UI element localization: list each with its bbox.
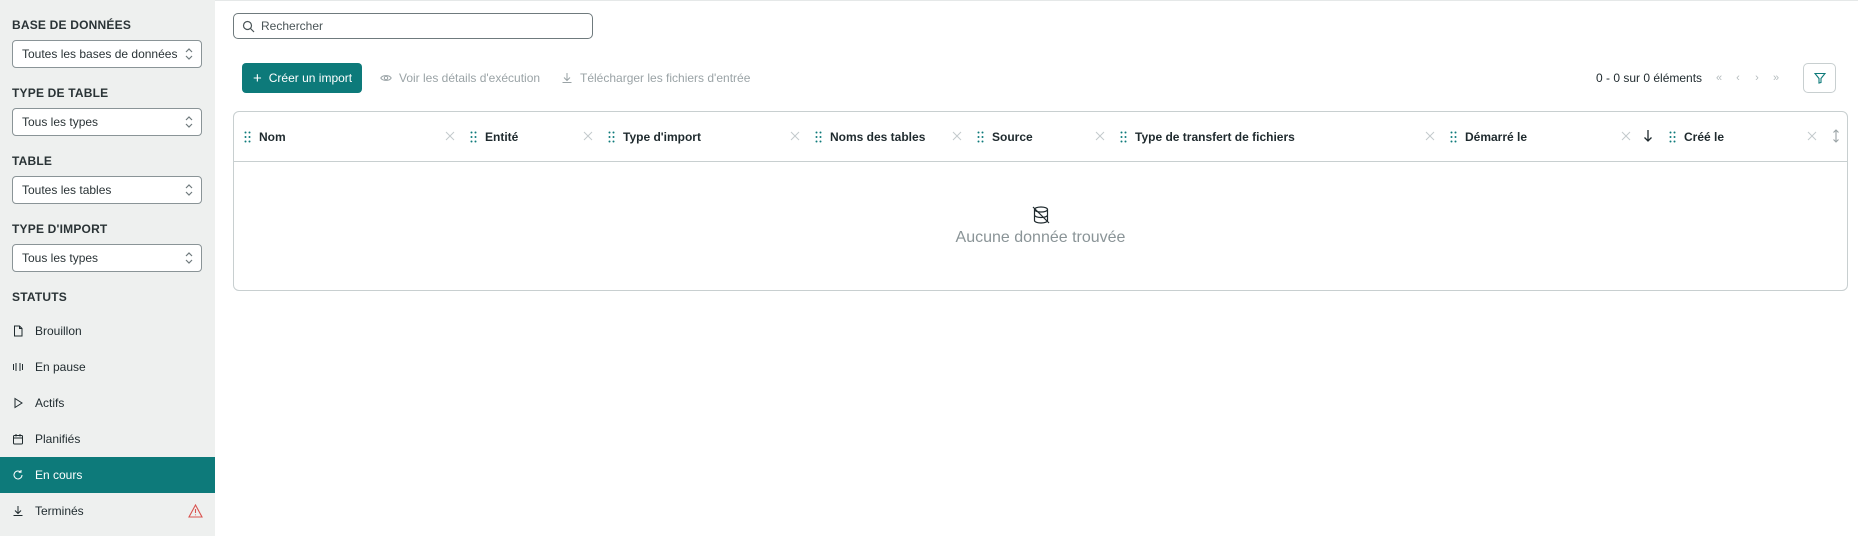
column-header-type-transfert[interactable]: Type de transfert de fichiers xyxy=(1120,112,1295,162)
status-section-title: STATUTS xyxy=(12,290,67,304)
drag-handle-icon[interactable] xyxy=(1120,131,1127,143)
create-import-button[interactable]: + Créer un import xyxy=(242,63,362,93)
table-select[interactable]: Toutes les tables xyxy=(12,176,202,204)
close-icon[interactable] xyxy=(1094,130,1106,142)
search-box[interactable] xyxy=(233,13,593,39)
column-label: Type d'import xyxy=(623,130,701,144)
main-content: + Créer un import Voir les détails d'exé… xyxy=(215,0,1858,536)
sort-updown-icon[interactable] xyxy=(1831,129,1841,143)
filter-button[interactable] xyxy=(1803,63,1836,93)
imports-table: Nom Entité Type d'import Noms des tables xyxy=(233,111,1848,291)
filter-label-table-type: TYPE DE TABLE xyxy=(12,86,109,100)
database-select[interactable]: Toutes les bases de données xyxy=(12,40,202,68)
table-type-select[interactable]: Tous les types xyxy=(12,108,202,136)
status-item-termines[interactable]: Terminés xyxy=(0,493,215,529)
column-label: Créé le xyxy=(1684,130,1725,144)
column-label: Entité xyxy=(485,130,519,144)
search-input[interactable] xyxy=(261,19,581,33)
eye-icon xyxy=(380,72,392,84)
database-select-value: Toutes les bases de données xyxy=(22,47,178,61)
pause-icon xyxy=(12,361,24,373)
chevron-updown-icon xyxy=(185,48,193,60)
status-item-actifs[interactable]: Actifs xyxy=(0,385,215,421)
drag-handle-icon[interactable] xyxy=(1669,131,1676,143)
close-icon[interactable] xyxy=(582,130,594,142)
status-label: Planifiés xyxy=(35,432,81,446)
pagination-summary: 0 - 0 sur 0 éléments xyxy=(1596,71,1703,85)
drag-handle-icon[interactable] xyxy=(1450,131,1457,143)
import-type-select-value: Tous les types xyxy=(22,251,99,265)
search-icon xyxy=(242,20,255,32)
create-import-label: Créer un import xyxy=(268,71,353,85)
last-page-icon[interactable]: » xyxy=(1769,71,1783,85)
close-icon[interactable] xyxy=(789,130,801,142)
document-icon xyxy=(12,325,24,337)
play-icon xyxy=(12,397,24,409)
filter-label-table: TABLE xyxy=(12,154,53,168)
view-execution-details-label: Voir les détails d'exécution xyxy=(399,71,541,85)
status-label: En pause xyxy=(35,360,86,374)
column-label: Démarré le xyxy=(1465,130,1528,144)
download-icon xyxy=(561,72,573,84)
column-label: Noms des tables xyxy=(830,130,926,144)
status-label: En cours xyxy=(35,468,83,482)
column-label: Type de transfert de fichiers xyxy=(1135,130,1295,144)
column-header-entite[interactable]: Entité xyxy=(470,112,518,162)
download-input-files-button[interactable]: Télécharger les fichiers d'entrée xyxy=(561,63,750,93)
column-header-noms-tables[interactable]: Noms des tables xyxy=(815,112,925,162)
next-page-icon[interactable]: › xyxy=(1750,71,1764,85)
close-icon[interactable] xyxy=(951,130,963,142)
column-header-cree-le[interactable]: Créé le xyxy=(1669,112,1724,162)
status-item-en-cours[interactable]: En cours xyxy=(0,457,215,493)
download-icon xyxy=(12,505,24,517)
app: BASE DE DONNÉES Toutes les bases de donn… xyxy=(0,0,1858,536)
chevron-updown-icon xyxy=(185,184,193,196)
sort-descending-icon[interactable] xyxy=(1643,129,1653,143)
chevron-updown-icon xyxy=(185,116,193,128)
status-item-brouillon[interactable]: Brouillon xyxy=(0,313,215,349)
calendar-icon xyxy=(12,433,24,445)
filter-label-import-type: TYPE D'IMPORT xyxy=(12,222,108,236)
drag-handle-icon[interactable] xyxy=(608,131,615,143)
empty-state: Aucune donnée trouvée xyxy=(234,162,1847,290)
first-page-icon[interactable]: « xyxy=(1712,71,1726,85)
drag-handle-icon[interactable] xyxy=(977,131,984,143)
filter-label-database: BASE DE DONNÉES xyxy=(12,18,132,32)
sidebar: BASE DE DONNÉES Toutes les bases de donn… xyxy=(0,0,215,536)
previous-page-icon[interactable]: ‹ xyxy=(1731,71,1745,85)
column-header-demarre-le[interactable]: Démarré le xyxy=(1450,112,1527,162)
status-label: Brouillon xyxy=(35,324,82,338)
chevron-updown-icon xyxy=(185,252,193,264)
status-item-planifies[interactable]: Planifiés xyxy=(0,421,215,457)
drag-handle-icon[interactable] xyxy=(815,131,822,143)
status-label: Terminés xyxy=(35,504,84,518)
column-label: Nom xyxy=(259,130,286,144)
table-select-value: Toutes les tables xyxy=(22,183,112,197)
download-input-files-label: Télécharger les fichiers d'entrée xyxy=(580,71,751,85)
column-header-type-import[interactable]: Type d'import xyxy=(608,112,701,162)
import-type-select[interactable]: Tous les types xyxy=(12,244,202,272)
table-type-select-value: Tous les types xyxy=(22,115,99,129)
column-label: Source xyxy=(992,130,1033,144)
warning-icon xyxy=(188,504,203,518)
close-icon[interactable] xyxy=(444,130,456,142)
drag-handle-icon[interactable] xyxy=(470,131,477,143)
column-header-nom[interactable]: Nom xyxy=(244,112,286,162)
refresh-icon xyxy=(12,469,24,481)
filter-icon xyxy=(1813,72,1826,84)
plus-icon: + xyxy=(253,69,262,87)
close-icon[interactable] xyxy=(1620,130,1632,142)
close-icon[interactable] xyxy=(1806,130,1818,142)
status-label: Actifs xyxy=(35,396,65,410)
drag-handle-icon[interactable] xyxy=(244,131,251,143)
database-off-icon xyxy=(1032,206,1049,224)
view-execution-details-button[interactable]: Voir les détails d'exécution xyxy=(380,63,540,93)
empty-state-text: Aucune donnée trouvée xyxy=(955,229,1126,246)
status-item-en-pause[interactable]: En pause xyxy=(0,349,215,385)
close-icon[interactable] xyxy=(1424,130,1436,142)
table-header: Nom Entité Type d'import Noms des tables xyxy=(234,112,1847,162)
column-header-source[interactable]: Source xyxy=(977,112,1033,162)
